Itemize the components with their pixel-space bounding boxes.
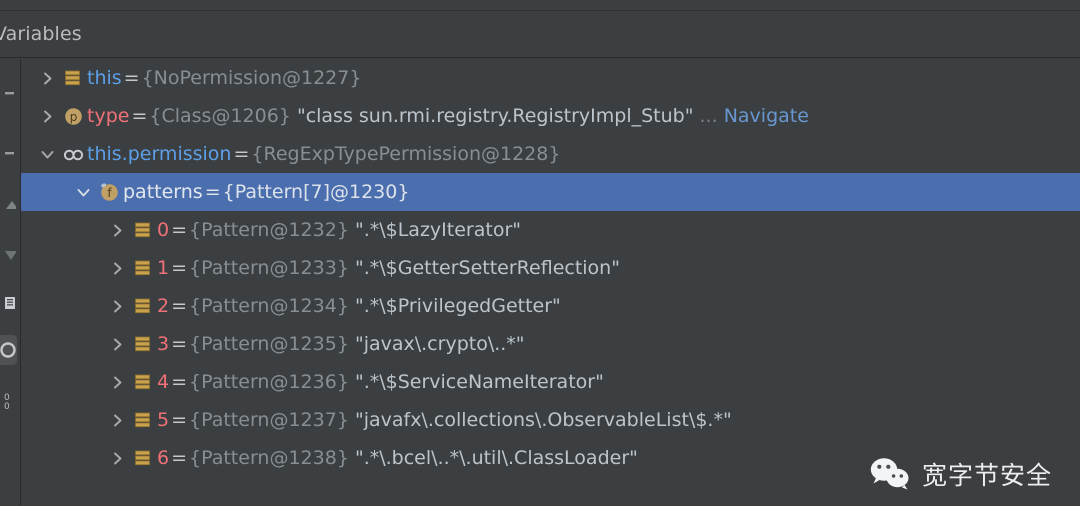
variable-value: ".*\$GetterSetterReflection" (354, 257, 620, 279)
equals-sign: = (171, 257, 188, 279)
debugger-variables-panel: Variables 0 0 this = {NoPermission@1227}… (0, 0, 1080, 506)
binary-icon[interactable]: 0 0 (0, 389, 16, 413)
chevron-right-icon[interactable] (105, 211, 131, 249)
svg-text:p: p (70, 110, 78, 124)
field-icon: f (97, 173, 123, 211)
object-array-icon (131, 401, 157, 439)
equals-sign: = (171, 409, 188, 431)
object-array-icon (61, 59, 87, 97)
chevron-right-icon[interactable] (105, 439, 131, 477)
variable-name: 4 (157, 371, 170, 393)
variable-value: ".*\$LazyIterator" (354, 219, 521, 241)
tree-row[interactable]: 4 = {Pattern@1236} ".*\$ServiceNameIterato… (21, 363, 1080, 401)
variable-name: type (87, 105, 130, 127)
variable-name: 0 (157, 219, 170, 241)
value-truncation-ellipsis[interactable]: ... (700, 97, 718, 135)
variable-type: {Pattern@1232} (189, 219, 349, 241)
equals-sign: = (171, 447, 188, 469)
object-array-icon (131, 249, 157, 287)
object-array-icon (131, 363, 157, 401)
chevron-down-icon[interactable] (35, 135, 61, 173)
variable-value: "class sun.rmi.registry.RegistryImpl_Stu… (296, 105, 694, 127)
variable-name: 6 (157, 447, 170, 469)
variable-name: 5 (157, 409, 170, 431)
variable-type: {RegExpTypePermission@1228} (251, 143, 561, 165)
object-array-icon (131, 211, 157, 249)
variable-value: "javax\.crypto\..*" (354, 333, 525, 355)
equals-sign: = (171, 219, 188, 241)
watermark: 宽字节安全 (869, 456, 1052, 492)
wechat-icon (870, 458, 909, 490)
tree-row[interactable]: 0 = {Pattern@1232} ".*\$LazyIterator" (21, 211, 1080, 249)
variable-value: "javafx\.collections\.ObservableList\$.*… (354, 409, 732, 431)
chevron-right-icon[interactable] (105, 249, 131, 287)
tree-row[interactable]: this = {NoPermission@1227} (21, 59, 1080, 97)
tree-row[interactable]: 5 = {Pattern@1237} "javafx\.collections\.O… (21, 401, 1080, 439)
object-array-icon (131, 439, 157, 477)
watermark-text: 宽字节安全 (921, 461, 1052, 490)
equals-sign: = (131, 105, 148, 127)
minus-icon[interactable] (0, 141, 16, 165)
variable-type: {Pattern@1234} (189, 295, 349, 317)
svg-text:0: 0 (4, 402, 10, 412)
step-up-icon[interactable] (0, 193, 16, 217)
tree-row[interactable]: f patterns = {Pattern[7]@1230} (21, 173, 1080, 211)
equals-sign: = (233, 143, 250, 165)
chevron-right-icon[interactable] (105, 401, 131, 439)
chevron-right-icon[interactable] (105, 363, 131, 401)
object-array-icon (131, 325, 157, 363)
list-icon[interactable] (0, 291, 16, 315)
variable-type: {Pattern@1235} (189, 333, 349, 355)
variable-type: {Pattern[7]@1230} (222, 181, 410, 203)
variable-type: {Pattern@1233} (189, 257, 349, 279)
equals-sign: = (171, 371, 188, 393)
chevron-right-icon[interactable] (35, 59, 61, 97)
variable-type: {NoPermission@1227} (141, 67, 362, 89)
debugger-gutter-toolbar: 0 0 (0, 59, 21, 506)
variable-name: patterns (123, 181, 203, 203)
chevron-down-icon[interactable] (71, 173, 97, 211)
object-array-icon (131, 287, 157, 325)
tree-row[interactable]: 1 = {Pattern@1233} ".*\$GetterSetterReflec… (21, 249, 1080, 287)
variable-name: 1 (157, 257, 170, 279)
tree-row[interactable]: p type = {Class@1206} "class sun.rmi.regist… (21, 97, 1080, 135)
variable-name: this (87, 67, 122, 89)
equals-sign: = (204, 181, 221, 203)
panel-tabstrip: Variables (0, 0, 1080, 58)
navigate-link[interactable]: Navigate (724, 97, 809, 135)
tree-row[interactable]: 3 = {Pattern@1235} "javax\.crypto\..*" (21, 325, 1080, 363)
variable-value: ".*\$PrivilegedGetter" (354, 295, 561, 317)
variable-type: {Pattern@1236} (189, 371, 349, 393)
tab-variables[interactable]: Variables (0, 23, 82, 45)
variables-tree[interactable]: this = {NoPermission@1227} p type = {Class@120… (21, 59, 1080, 506)
equals-sign: = (171, 333, 188, 355)
equals-sign: = (123, 67, 140, 89)
watch-glasses-icon (61, 135, 87, 173)
variable-value: ".*\.bcel\..*\.util\.ClassLoader" (354, 447, 638, 469)
chevron-right-icon[interactable] (105, 287, 131, 325)
variable-name: 2 (157, 295, 170, 317)
variable-type: {Class@1206} (149, 105, 291, 127)
variable-type: {Pattern@1237} (189, 409, 349, 431)
chevron-right-icon[interactable] (105, 325, 131, 363)
chevron-right-icon[interactable] (35, 97, 61, 135)
variable-name: this.permission (87, 143, 232, 165)
evaluate-icon[interactable] (0, 335, 17, 365)
tree-row[interactable]: this.permission = {RegExpTypePermission@12… (21, 135, 1080, 173)
minus-icon[interactable] (0, 81, 16, 105)
variable-type: {Pattern@1238} (189, 447, 349, 469)
parameter-icon: p (61, 97, 87, 135)
step-down-icon[interactable] (0, 243, 16, 267)
variable-value: ".*\$ServiceNameIterator" (354, 371, 604, 393)
variable-name: 3 (157, 333, 170, 355)
tree-row[interactable]: 2 = {Pattern@1234} ".*\$PrivilegedGetter" (21, 287, 1080, 325)
equals-sign: = (171, 295, 188, 317)
